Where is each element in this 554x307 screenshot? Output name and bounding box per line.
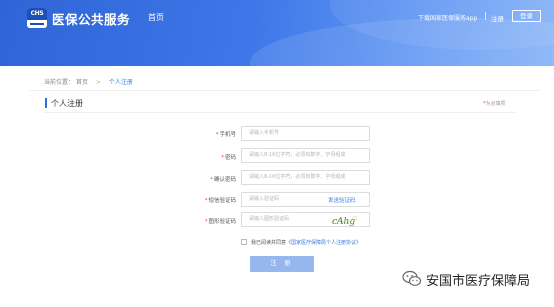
nav-home-link[interactable]: 首页 [148,12,164,23]
header-divider [485,12,486,20]
agreement-link[interactable]: 《国家医疗保障局个人注册协议》 [286,240,361,246]
header-banner: CHS 医保公共服务 首页 下载国家医保服务app 注册 登录 [0,0,554,66]
required-note: *为必填项 [483,101,506,107]
captcha-image[interactable]: cAhg [331,214,357,226]
confirm-password-input[interactable]: 请输入8-16位字符，必须有数字、字母组成 [241,170,370,185]
sms-code-label: *短信验证码 [204,198,236,204]
watermark-text: 安国市医疗保障局 [426,274,531,289]
agreement-checkbox[interactable] [241,239,247,245]
agreement-text: 我已阅读并同意《国家医疗保障局个人注册协议》 [251,240,362,246]
logo-icon[interactable]: CHS [27,8,47,28]
breadcrumb-label: 当前位置： [44,79,75,86]
captcha-label: *图形验证码 [204,219,236,225]
send-sms-button[interactable]: 发送验证码 [328,196,356,204]
breadcrumb-current: 个人注册 [108,79,133,86]
section-marker [45,98,47,108]
submit-register-button[interactable]: 注 册 [250,256,314,272]
captcha-text: cAhg [332,217,355,226]
download-app-link[interactable]: 下载国家医保服务app [418,13,477,22]
password-input[interactable]: 请输入8-16位字符，必须有数字、字母组成 [241,148,370,163]
divider [30,90,540,91]
breadcrumb-separator: > [95,79,101,86]
confirm-password-label: *确认密码 [210,177,236,183]
phone-input[interactable]: 请输入手机号 [241,126,370,141]
register-link[interactable]: 注册 [491,13,504,23]
phone-label: *手机号 [215,132,236,138]
password-label: *密码 [221,155,236,161]
breadcrumb: 当前位置： 首页 > 个人注册 [44,77,133,86]
logo-text: CHS [27,8,47,20]
divider [44,112,516,113]
breadcrumb-home[interactable]: 首页 [76,79,88,86]
site-title[interactable]: 医保公共服务 [52,9,130,28]
login-button[interactable]: 登录 [512,10,541,22]
page-title: 个人注册 [51,99,83,108]
wechat-icon [402,270,422,286]
